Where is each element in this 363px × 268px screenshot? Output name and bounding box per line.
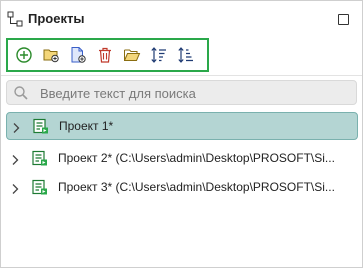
search-input[interactable] [40, 84, 350, 102]
new-folder-icon [43, 49, 59, 63]
chevron-right-icon[interactable] [11, 121, 21, 133]
project-icon [31, 179, 48, 196]
tree-item-project-2[interactable]: Проект 2* (C:\Users\admin\Desktop\PROSOF… [6, 145, 358, 173]
sort-descending-icon [178, 47, 193, 63]
new-file-button[interactable] [67, 44, 89, 66]
sort-descending-button[interactable] [175, 44, 197, 66]
projects-panel: Проекты Введите текст для поиска Проект … [0, 0, 363, 268]
delete-button[interactable] [94, 44, 116, 66]
tree-item-label: Проект 3* (C:\Users\admin\Desktop\PROSOF… [58, 180, 335, 194]
new-folder-button[interactable] [40, 44, 62, 66]
add-project-button[interactable] [13, 44, 35, 66]
open-folder-icon [124, 49, 141, 61]
sort-ascending-icon [151, 47, 166, 63]
toolbar-divider [1, 75, 362, 76]
project-tree-icon [7, 11, 23, 27]
sort-ascending-button[interactable] [148, 44, 170, 66]
add-circle-icon [16, 47, 32, 63]
search-icon [13, 85, 29, 101]
trash-icon [99, 47, 111, 63]
panel-title: Проекты [28, 11, 85, 26]
search-box [6, 80, 357, 105]
panel-header: Проекты [1, 1, 362, 37]
project-icon [32, 118, 49, 135]
tree-item-label: Проект 1* [59, 119, 114, 133]
chevron-right-icon[interactable] [10, 153, 20, 165]
open-folder-button[interactable] [121, 44, 143, 66]
chevron-right-icon[interactable] [10, 182, 20, 194]
project-icon [31, 150, 48, 167]
tree-item-label: Проект 2* (C:\Users\admin\Desktop\PROSOF… [58, 151, 335, 165]
tree-item-project-1[interactable]: Проект 1* [6, 112, 358, 140]
tree-item-project-3[interactable]: Проект 3* (C:\Users\admin\Desktop\PROSOF… [6, 174, 358, 202]
project-toolbar [6, 38, 209, 72]
new-file-icon [71, 47, 86, 63]
maximize-icon[interactable] [338, 14, 349, 25]
